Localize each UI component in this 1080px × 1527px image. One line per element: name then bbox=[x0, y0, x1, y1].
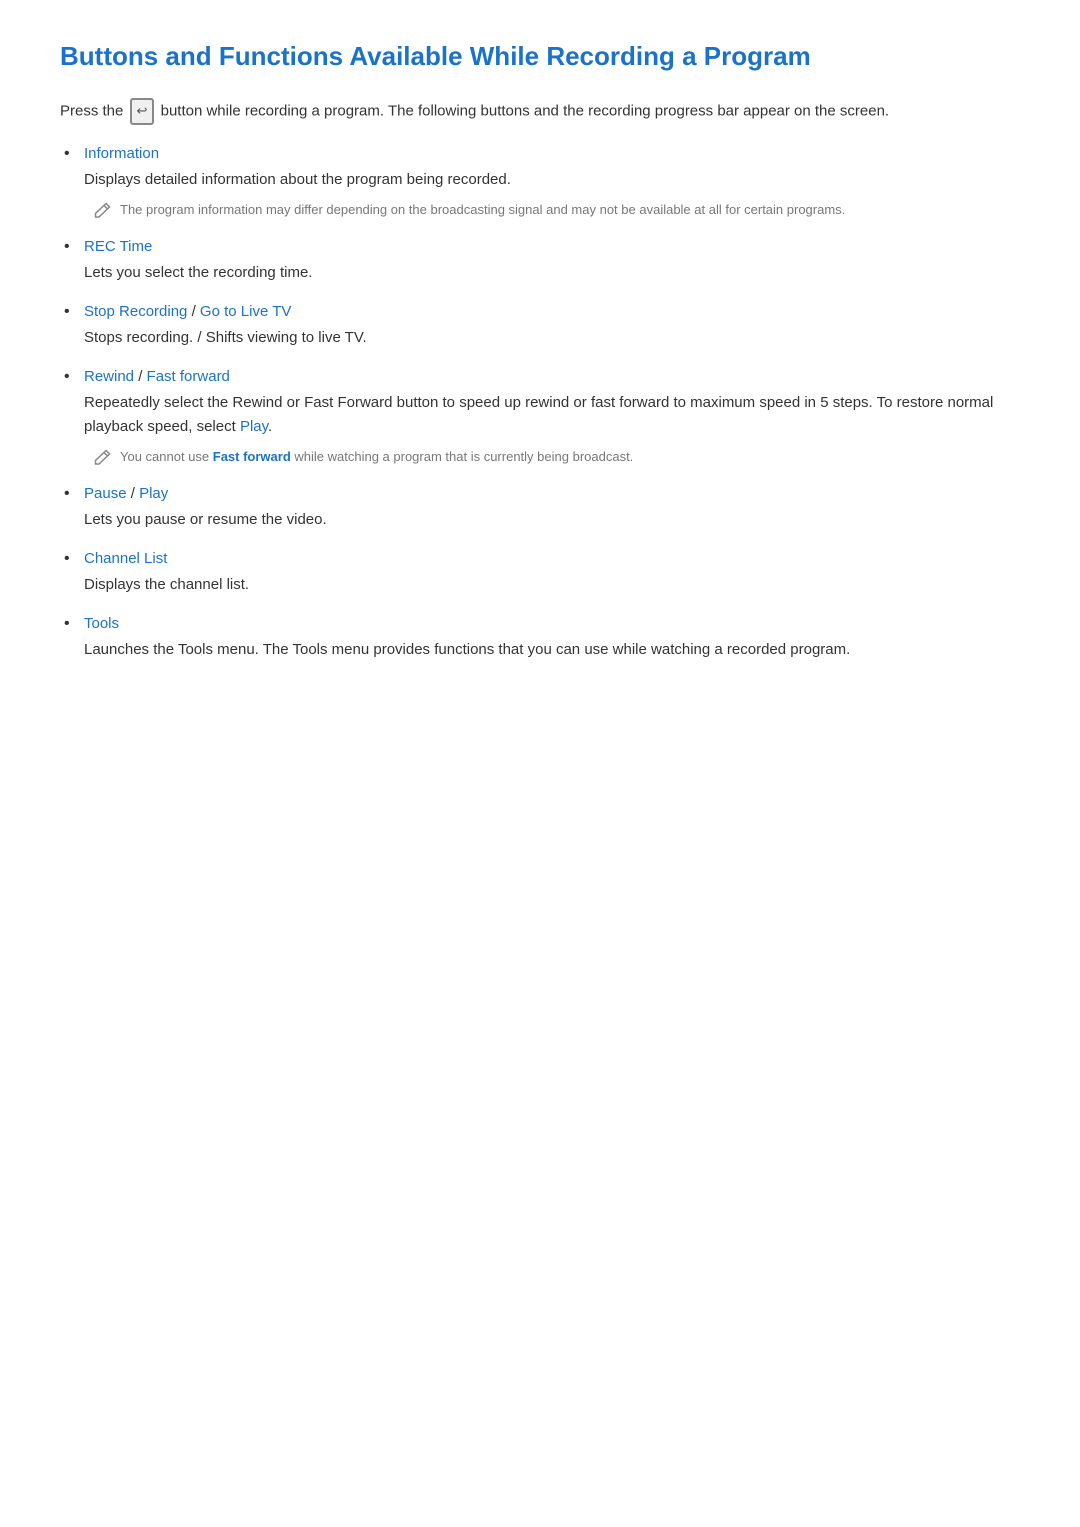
pencil-icon bbox=[94, 201, 112, 219]
fast-forward-bold: Fast forward bbox=[213, 449, 291, 464]
separator-pause: / bbox=[131, 485, 139, 502]
pencil-icon-rewind bbox=[94, 448, 112, 466]
play-link-rewind: Play bbox=[240, 418, 268, 435]
item-title-stop-recording: Stop Recording / Go to Live TV bbox=[84, 303, 1020, 320]
separator-stop: / bbox=[192, 303, 200, 320]
list-item-tools: Tools Launches the Tools menu. The Tools… bbox=[60, 615, 1020, 662]
item-desc-channel-list: Displays the channel list. bbox=[84, 573, 1020, 597]
item-label-go-to-live-tv: Go to Live TV bbox=[200, 303, 291, 320]
item-desc-tools: Launches the Tools menu. The Tools menu … bbox=[84, 638, 1020, 662]
item-title-channel-list: Channel List bbox=[84, 550, 1020, 567]
list-item-pause-play: Pause / Play Lets you pause or resume th… bbox=[60, 485, 1020, 532]
item-desc-pause-play: Lets you pause or resume the video. bbox=[84, 508, 1020, 532]
item-label-channel-list: Channel List bbox=[84, 550, 167, 567]
list-item-rewind: Rewind / Fast forward Repeatedly select … bbox=[60, 368, 1020, 467]
note-text-information: The program information may differ depen… bbox=[120, 200, 845, 220]
item-title-information: Information bbox=[84, 145, 1020, 162]
item-title-rewind: Rewind / Fast forward bbox=[84, 368, 1020, 385]
list-item-rec-time: REC Time Lets you select the recording t… bbox=[60, 238, 1020, 285]
item-desc-rewind: Repeatedly select the Rewind or Fast For… bbox=[84, 391, 1020, 439]
note-information: The program information may differ depen… bbox=[84, 200, 1020, 220]
item-label-rec-time: REC Time bbox=[84, 238, 152, 255]
item-title-pause-play: Pause / Play bbox=[84, 485, 1020, 502]
item-title-tools: Tools bbox=[84, 615, 1020, 632]
separator-rewind: / bbox=[138, 368, 146, 385]
feature-list: Information Displays detailed informatio… bbox=[60, 145, 1020, 662]
note-rewind: You cannot use Fast forward while watchi… bbox=[84, 447, 1020, 467]
item-label-tools: Tools bbox=[84, 615, 119, 632]
intro-text: Press the button while recording a progr… bbox=[60, 98, 1020, 125]
list-item-stop-recording: Stop Recording / Go to Live TV Stops rec… bbox=[60, 303, 1020, 350]
info-button-icon bbox=[130, 98, 155, 125]
item-label-information: Information bbox=[84, 145, 159, 162]
item-desc-rec-time: Lets you select the recording time. bbox=[84, 261, 1020, 285]
item-desc-stop-recording: Stops recording. / Shifts viewing to liv… bbox=[84, 326, 1020, 350]
item-label-stop-recording: Stop Recording bbox=[84, 303, 187, 320]
list-item-information: Information Displays detailed informatio… bbox=[60, 145, 1020, 220]
page-title: Buttons and Functions Available While Re… bbox=[60, 40, 1020, 74]
list-item-channel-list: Channel List Displays the channel list. bbox=[60, 550, 1020, 597]
item-label-rewind: Rewind bbox=[84, 368, 134, 385]
item-title-rec-time: REC Time bbox=[84, 238, 1020, 255]
item-desc-information: Displays detailed information about the … bbox=[84, 168, 1020, 192]
item-label-fast-forward: Fast forward bbox=[147, 368, 230, 385]
item-label-play: Play bbox=[139, 485, 168, 502]
note-text-rewind: You cannot use Fast forward while watchi… bbox=[120, 447, 633, 467]
item-label-pause: Pause bbox=[84, 485, 127, 502]
